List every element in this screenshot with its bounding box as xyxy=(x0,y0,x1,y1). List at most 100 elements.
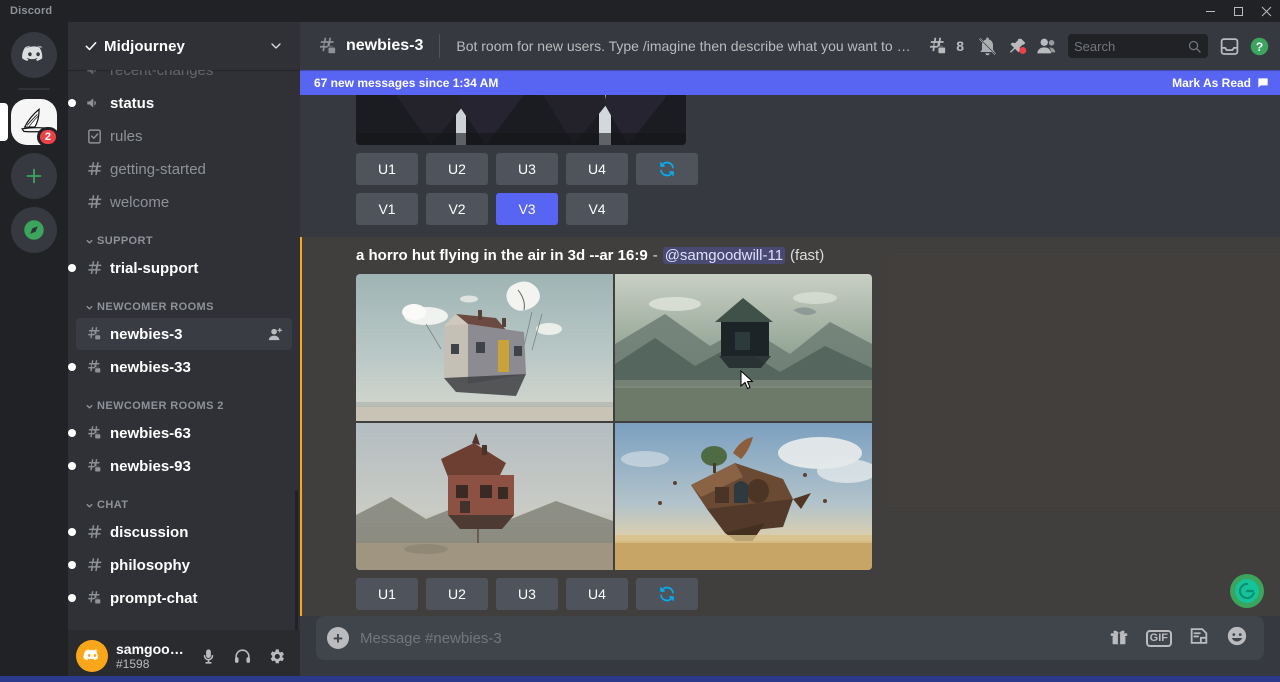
active-server-pill xyxy=(0,103,8,141)
gear-icon[interactable] xyxy=(260,640,292,672)
user-discriminator: #1598 xyxy=(116,657,192,671)
sidebar-item-newbies-33[interactable]: newbies-33 xyxy=(76,351,292,383)
minimize-button[interactable] xyxy=(1196,0,1224,22)
button-reroll[interactable] xyxy=(636,578,698,610)
svg-text:?: ? xyxy=(1255,39,1262,53)
thread-hash-icon xyxy=(316,35,338,57)
server-rail-item-add-server[interactable] xyxy=(11,153,57,199)
pin-icon[interactable] xyxy=(1004,33,1030,59)
category-newcomer-rooms[interactable]: NEWCOMER ROOMS xyxy=(68,285,300,317)
mark-as-read-button[interactable]: Mark As Read xyxy=(1172,76,1270,90)
sidebar-item-welcome[interactable]: welcome xyxy=(76,186,292,218)
new-messages-bar[interactable]: 67 new messages since 1:34 AM Mark As Re… xyxy=(300,70,1280,95)
help-icon[interactable]: ? xyxy=(1246,33,1272,59)
generated-image-1[interactable] xyxy=(356,274,613,421)
channel-list[interactable]: recent-changes status rules xyxy=(68,70,300,630)
sidebar-item-prompt-chat[interactable]: prompt-chat xyxy=(76,582,292,614)
button-u2[interactable]: U2 xyxy=(426,153,488,185)
generated-image-2[interactable] xyxy=(615,274,872,421)
taskbar-strip xyxy=(0,676,1280,682)
button-u1[interactable]: U1 xyxy=(356,153,418,185)
button-reroll[interactable] xyxy=(636,153,698,185)
unread-indicator xyxy=(68,594,76,602)
server-rail-item-discord-home[interactable] xyxy=(11,32,57,78)
chevron-down-icon xyxy=(84,302,95,313)
guild-header[interactable]: Midjourney xyxy=(68,22,300,70)
button-u3[interactable]: U3 xyxy=(496,153,558,185)
generated-image-3[interactable] xyxy=(356,423,613,570)
hash-icon xyxy=(84,258,104,278)
rules-icon xyxy=(84,126,104,146)
sidebar-item-label: welcome xyxy=(110,194,284,211)
threads-icon[interactable] xyxy=(924,33,950,59)
sidebar-item-label: status xyxy=(110,95,284,112)
avatar[interactable] xyxy=(76,640,108,672)
composer-box[interactable]: + Message #newbies-3 GIF xyxy=(316,616,1264,660)
chevron-down-icon[interactable] xyxy=(268,38,284,54)
bell-muted-icon[interactable] xyxy=(974,33,1000,59)
message-area[interactable]: 67 new messages since 1:34 AM Mark As Re… xyxy=(300,70,1280,616)
mouse-cursor xyxy=(740,370,756,392)
title-bar: Discord xyxy=(0,0,1280,22)
button-u1[interactable]: U1 xyxy=(356,578,418,610)
sidebar-item-label: recent-changes xyxy=(110,70,284,79)
category-support[interactable]: SUPPORT xyxy=(68,219,300,251)
button-u4[interactable]: U4 xyxy=(566,153,628,185)
inbox-icon[interactable] xyxy=(1216,33,1242,59)
app-title: Discord xyxy=(10,5,52,17)
plus-icon xyxy=(23,165,45,187)
previous-upscale-row: U1 U2 U3 U4 xyxy=(356,153,1264,185)
sidebar-item-trial-support[interactable]: trial-support xyxy=(76,252,292,284)
mention-link[interactable]: @samgoodwill-11 xyxy=(663,247,785,264)
sidebar-item-discussion[interactable]: discussion xyxy=(76,516,292,548)
unread-indicator xyxy=(68,561,76,569)
server-rail-item-explore[interactable] xyxy=(11,207,57,253)
user-info[interactable]: samgoodw... #1598 xyxy=(116,641,192,671)
server-rail-item-midjourney[interactable]: 2 xyxy=(11,99,57,145)
grammarly-icon[interactable] xyxy=(1230,574,1264,608)
members-icon[interactable] xyxy=(1034,33,1060,59)
sidebar-item-recent-changes[interactable]: recent-changes xyxy=(76,70,292,86)
category-label: NEWCOMER ROOMS xyxy=(97,301,214,313)
button-u2[interactable]: U2 xyxy=(426,578,488,610)
window-controls xyxy=(1196,0,1280,22)
previous-generated-image[interactable] xyxy=(356,95,686,145)
sidebar-item-newbies-93[interactable]: newbies-93 xyxy=(76,450,292,482)
gift-icon[interactable] xyxy=(1108,625,1130,652)
previous-variation-row: V1 V2 V3 V4 xyxy=(356,193,1264,225)
plus-icon: + xyxy=(327,627,349,649)
message-input[interactable]: Message #newbies-3 xyxy=(360,630,1108,647)
category-newcomer-rooms-2[interactable]: NEWCOMER ROOMS 2 xyxy=(68,384,300,416)
channel-topic[interactable]: Bot room for new users. Type /imagine th… xyxy=(456,38,916,54)
attach-button[interactable]: + xyxy=(316,616,360,660)
sidebar-item-philosophy[interactable]: philosophy xyxy=(76,549,292,581)
sidebar-scrollbar[interactable] xyxy=(295,490,298,630)
sidebar-item-newbies-63[interactable]: newbies-63 xyxy=(76,417,292,449)
button-v3[interactable]: V3 xyxy=(496,193,558,225)
maximize-button[interactable] xyxy=(1224,0,1252,22)
button-v4[interactable]: V4 xyxy=(566,193,628,225)
generated-image-grid[interactable] xyxy=(356,274,872,570)
sidebar-item-status[interactable]: status xyxy=(76,87,292,119)
thread-hash-icon xyxy=(84,588,104,608)
category-label: SUPPORT xyxy=(97,235,153,247)
generated-image-4[interactable] xyxy=(615,423,872,570)
close-button[interactable] xyxy=(1252,0,1280,22)
sticker-icon[interactable] xyxy=(1188,625,1210,652)
button-v1[interactable]: V1 xyxy=(356,193,418,225)
sidebar-item-newbies-3[interactable]: newbies-3 xyxy=(76,318,292,350)
button-u4[interactable]: U4 xyxy=(566,578,628,610)
category-chat[interactable]: CHAT xyxy=(68,483,300,515)
gif-button[interactable]: GIF xyxy=(1146,630,1172,647)
sidebar-item-getting-started[interactable]: getting-started xyxy=(76,153,292,185)
message-scroller[interactable]: U1 U2 U3 U4 V1 V2 xyxy=(300,70,1280,616)
button-u3[interactable]: U3 xyxy=(496,578,558,610)
headphones-icon[interactable] xyxy=(226,640,258,672)
category-label: CHAT xyxy=(97,499,128,511)
search-input[interactable]: Search xyxy=(1068,34,1208,58)
emoji-icon[interactable] xyxy=(1226,625,1248,652)
microphone-icon[interactable] xyxy=(192,640,224,672)
sidebar-item-rules[interactable]: rules xyxy=(76,120,292,152)
button-v2[interactable]: V2 xyxy=(426,193,488,225)
add-member-icon[interactable] xyxy=(267,326,284,343)
